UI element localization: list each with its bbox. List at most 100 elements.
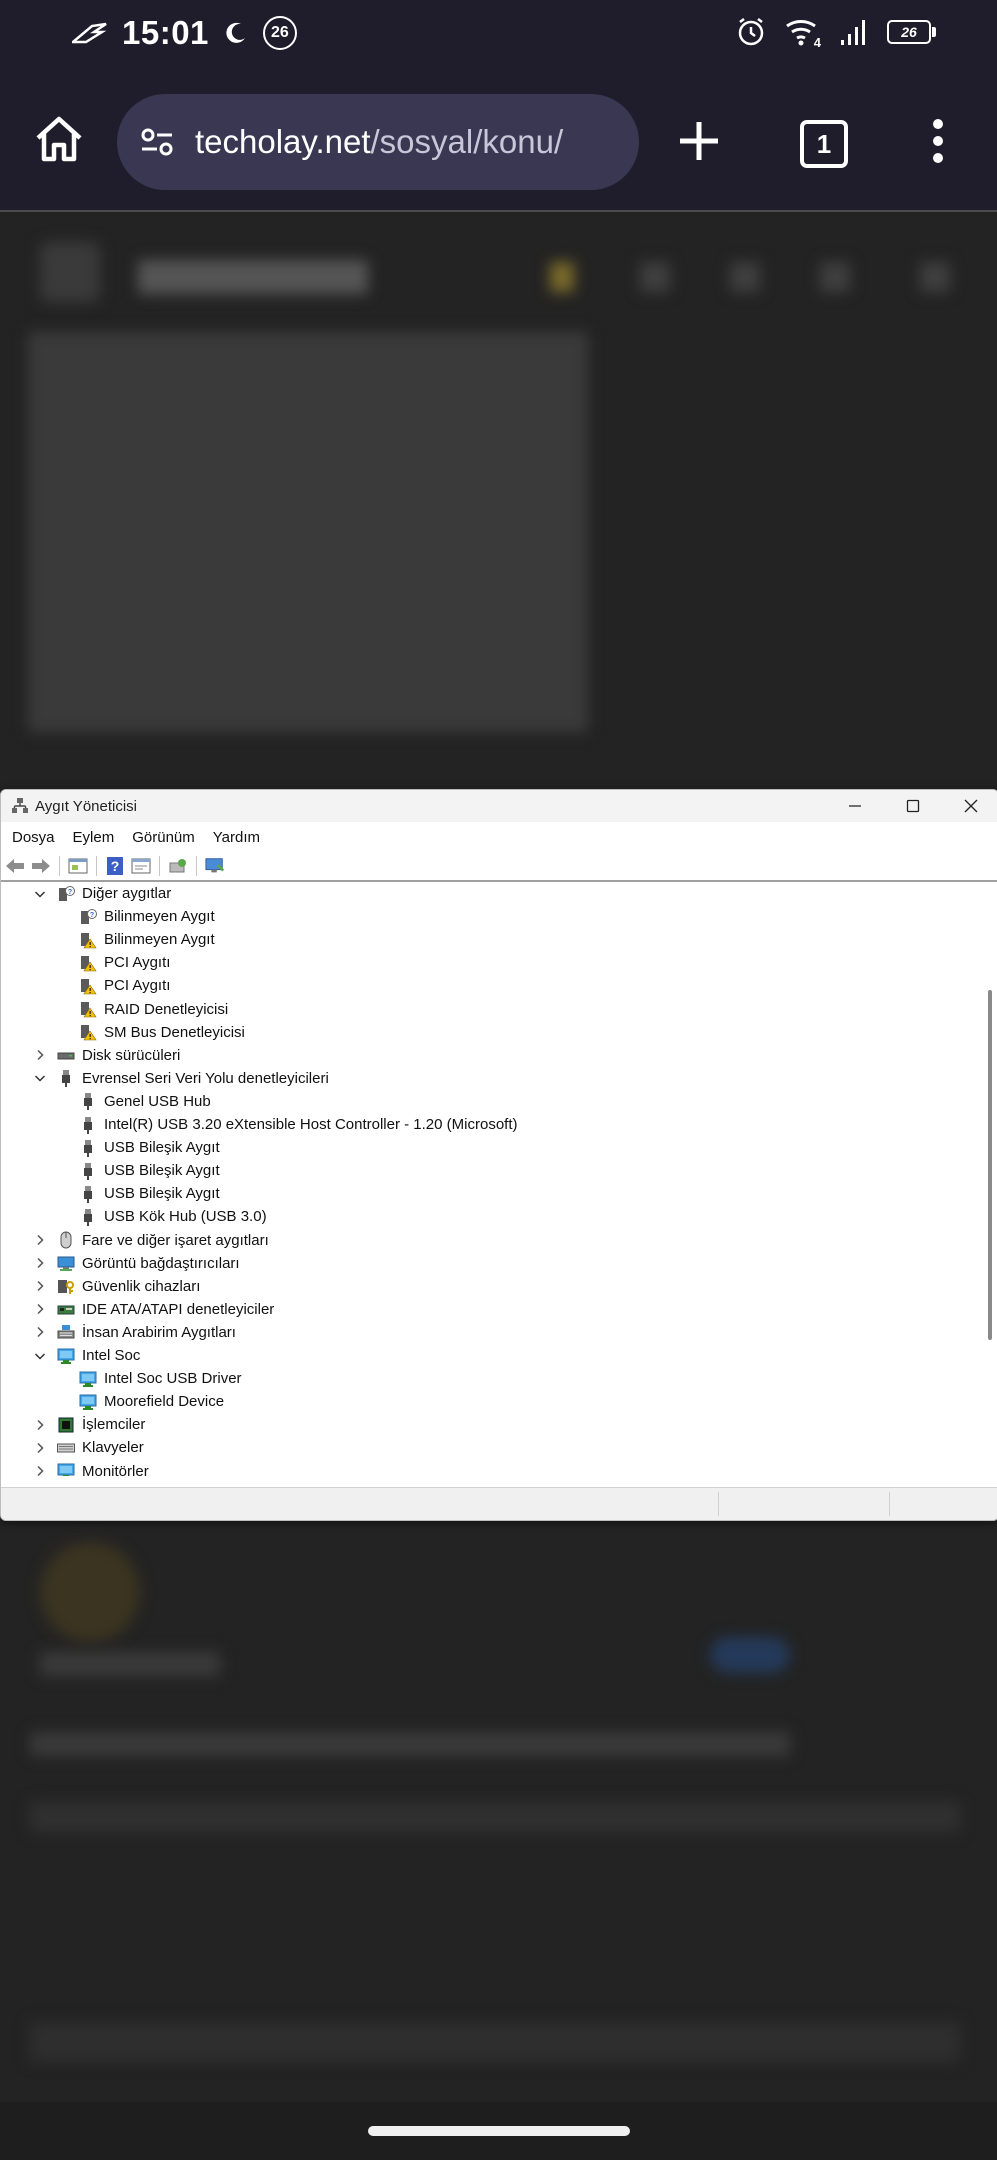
minimize-button[interactable] [826,790,884,822]
chevron-right-icon[interactable] [33,1279,47,1293]
site-settings-icon[interactable] [139,124,175,160]
system-nav-bar [0,2102,997,2160]
chevron-right-icon[interactable] [33,1233,47,1247]
blurred-site-title [138,260,368,294]
alarm-icon [738,18,764,46]
chevron-down-icon[interactable] [33,1071,47,1085]
up-level-button[interactable] [68,856,88,876]
chevron-right-icon[interactable] [33,1441,47,1455]
warning-device-icon [79,977,97,995]
menu-gorunum[interactable]: Görünüm [132,829,195,846]
keyboard-icon [57,1439,75,1457]
monitor-button[interactable] [205,856,225,876]
tree-device[interactable]: SM Bus Denetleyicisi [57,1021,245,1044]
tree-category[interactable]: Güvenlik cihazları [33,1275,200,1298]
tab-switcher-button[interactable]: 1 [800,120,848,168]
home-icon[interactable] [32,112,86,166]
menu-yardim[interactable]: Yardım [213,829,260,846]
tree-category[interactable]: Fare ve diğer işaret aygıtları [33,1229,269,1252]
tree-item-label: PCI Aygıtı [104,954,171,972]
tree-category[interactable]: Intel Soc [33,1344,140,1367]
usb-icon [79,1185,97,1203]
forward-button[interactable] [31,856,51,876]
window-titlebar[interactable]: Aygıt Yöneticisi [1,790,997,822]
menu-eylem[interactable]: Eylem [73,829,115,846]
processor-icon [57,1416,75,1434]
chevron-right-icon[interactable] [33,1256,47,1270]
blurred-header-icon [820,262,850,292]
back-button[interactable] [5,856,25,876]
tree-item-label: Bilinmeyen Aygıt [104,908,215,926]
chevron-down-icon[interactable] [33,887,47,901]
help-button[interactable]: ? [105,856,125,876]
tree-item-label: Genel USB Hub [104,1092,211,1110]
tree-category[interactable]: Evrensel Seri Veri Yolu denetleyicileri [33,1067,329,1090]
other-devices-icon: ? [57,885,75,903]
tree-category[interactable]: IDE ATA/ATAPI denetleyiciler [33,1298,274,1321]
tree-category[interactable]: İşlemciler [33,1413,145,1436]
tree-device[interactable]: Genel USB Hub [57,1090,211,1113]
menu-dosya[interactable]: Dosya [12,829,55,846]
tree-device[interactable]: Intel(R) USB 3.20 eXtensible Host Contro… [57,1113,518,1136]
tree-category[interactable]: Görüntü bağdaştırıcıları [33,1252,240,1275]
monitor-icon [79,1370,97,1388]
device-manager-app-icon [12,798,28,813]
tree-device[interactable]: RAID Denetleyicisi [57,998,228,1021]
chevron-down-icon[interactable] [33,1349,47,1363]
tree-device[interactable]: Moorefield Device [57,1390,224,1413]
battery-indicator: 26 [887,20,936,44]
monitor-icon [57,1347,75,1365]
close-icon [964,799,978,813]
tree-item-label: Görüntü bağdaştırıcıları [82,1254,240,1272]
more-menu-icon[interactable] [932,118,944,164]
new-tab-icon[interactable] [676,118,722,164]
blurred-text-line [30,1802,960,1832]
device-manager-window[interactable]: Aygıt Yöneticisi Dosya Eylem Görünüm Yar… [0,789,997,1521]
window-title: Aygıt Yöneticisi [35,797,138,815]
view-button[interactable] [131,856,151,876]
tree-category[interactable]: Monitörler [33,1460,149,1476]
tree-device[interactable]: Bilinmeyen Aygıt [57,928,215,951]
chevron-right-icon[interactable] [33,1418,47,1432]
warning-device-icon [79,954,97,972]
close-button[interactable] [942,790,997,822]
tree-device[interactable]: PCI Aygıtı [57,951,170,974]
device-tree[interactable]: ? Diğer aygıtlar? Bilinmeyen Aygıt Bilinmey… [1,882,981,1476]
minimize-icon [849,805,861,807]
tree-device[interactable]: ? Bilinmeyen Aygıt [57,905,215,928]
usb-icon [79,1139,97,1157]
display-adapter-icon [57,1254,75,1272]
url-path: /sosyal/konu/ [370,123,564,160]
chevron-right-icon[interactable] [33,1325,47,1339]
tree-category[interactable]: ? Diğer aygıtlar [33,882,171,905]
tree-device[interactable]: PCI Aygıtı [57,974,170,997]
tree-scrollbar[interactable] [986,882,994,1476]
tree-device[interactable]: Intel Soc USB Driver [57,1367,242,1390]
browser-toolbar: techolay.net/sosyal/konu/ 1 [0,72,997,210]
tree-category[interactable]: Disk sürücüleri [33,1044,180,1067]
scrollbar-thumb[interactable] [988,990,992,1340]
warning-device-icon [79,1000,97,1018]
tree-item-label: Bilinmeyen Aygıt [104,931,215,949]
tree-device[interactable]: USB Kök Hub (USB 3.0) [57,1205,267,1228]
disk-drive-icon [57,1046,75,1064]
scan-hardware-button[interactable] [168,856,188,876]
status-cell [889,1492,997,1516]
home-gesture-bar[interactable] [368,2126,630,2136]
chevron-right-icon[interactable] [33,1302,47,1316]
maximize-button[interactable] [884,790,942,822]
chevron-right-icon[interactable] [33,1464,47,1476]
tree-item-label: İşlemciler [82,1416,146,1434]
toolbar-separator [196,856,197,876]
chevron-right-icon[interactable] [33,1048,47,1062]
tree-device[interactable]: USB Bileşik Aygıt [57,1136,220,1159]
tree-category[interactable]: Klavyeler [33,1436,144,1459]
monitor-icon [57,1462,75,1476]
tree-device[interactable]: USB Bileşik Aygıt [57,1159,220,1182]
url-bar[interactable]: techolay.net/sosyal/konu/ [117,94,639,190]
blurred-header-icon [730,262,760,292]
tree-category[interactable]: İnsan Arabirim Aygıtları [33,1321,236,1344]
blurred-header-icon [550,262,574,292]
tree-device[interactable]: USB Bileşik Aygıt [57,1182,220,1205]
svg-text:?: ? [111,858,120,874]
